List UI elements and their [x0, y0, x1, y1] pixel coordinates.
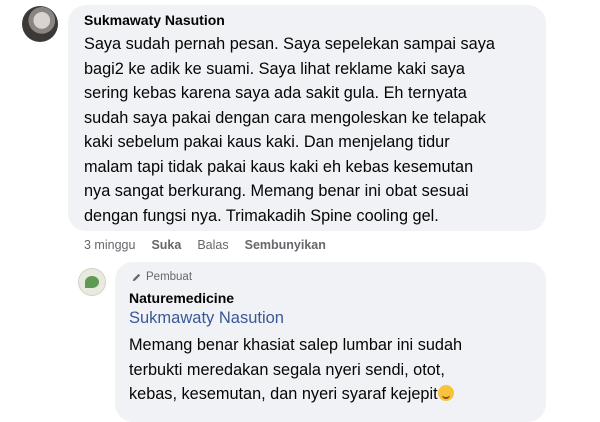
comment-actions: 3 minggu Suka Balas Sembunyikan	[84, 238, 342, 252]
commenter-avatar[interactable]	[22, 6, 58, 42]
reply-button[interactable]: Balas	[197, 238, 228, 252]
smiling-face-emoji-icon	[437, 385, 454, 401]
like-button[interactable]: Suka	[151, 238, 181, 252]
reply-text: Memang benar khasiat salep lumbar ini su…	[129, 333, 529, 407]
leaf-logo-icon	[85, 276, 99, 288]
mention-link[interactable]: Sukmawaty Nasution	[129, 309, 284, 328]
comment-text: Saya sudah pernah pesan. Saya sepelekan …	[84, 35, 495, 225]
reply-author[interactable]: Naturemedicine	[129, 290, 234, 306]
comment-author[interactable]: Sukmawaty Nasution	[84, 12, 225, 28]
page-avatar[interactable]	[78, 268, 106, 296]
pencil-icon	[132, 273, 141, 281]
reply-text-body: Memang benar khasiat salep lumbar ini su…	[129, 336, 463, 403]
author-badge: Pembuat	[131, 271, 192, 283]
comment-time[interactable]: 3 minggu	[84, 238, 135, 252]
hide-button[interactable]: Sembunyikan	[245, 238, 326, 252]
author-badge-label: Pembuat	[146, 271, 193, 283]
